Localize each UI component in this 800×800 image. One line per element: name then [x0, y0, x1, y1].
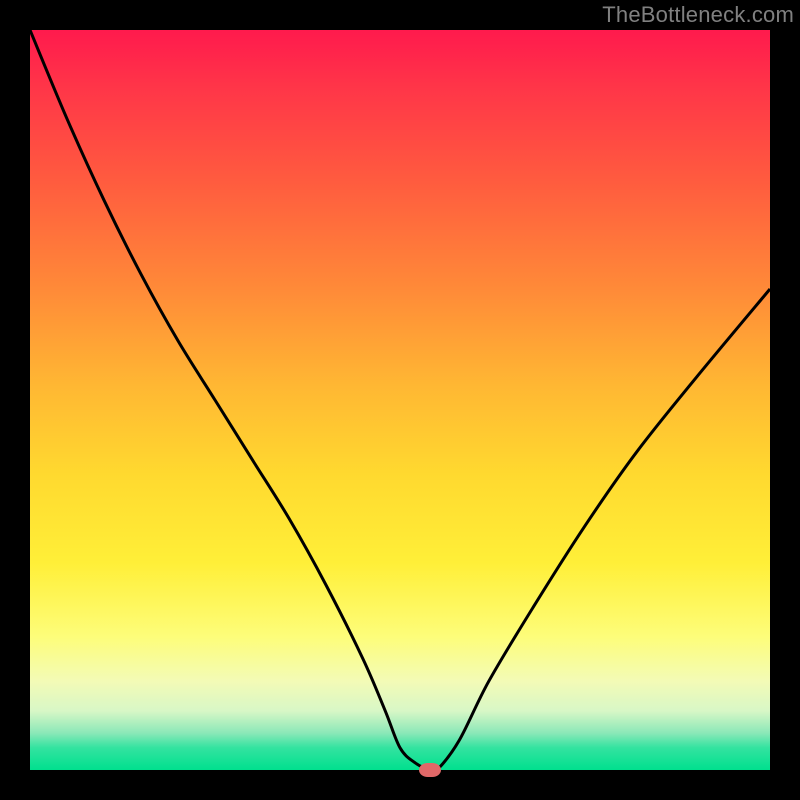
watermark-text: TheBottleneck.com: [602, 2, 794, 28]
curve-path: [30, 30, 770, 770]
optimum-marker: [419, 763, 441, 777]
chart-container: TheBottleneck.com: [0, 0, 800, 800]
plot-area: [30, 30, 770, 770]
bottleneck-curve: [30, 30, 770, 770]
